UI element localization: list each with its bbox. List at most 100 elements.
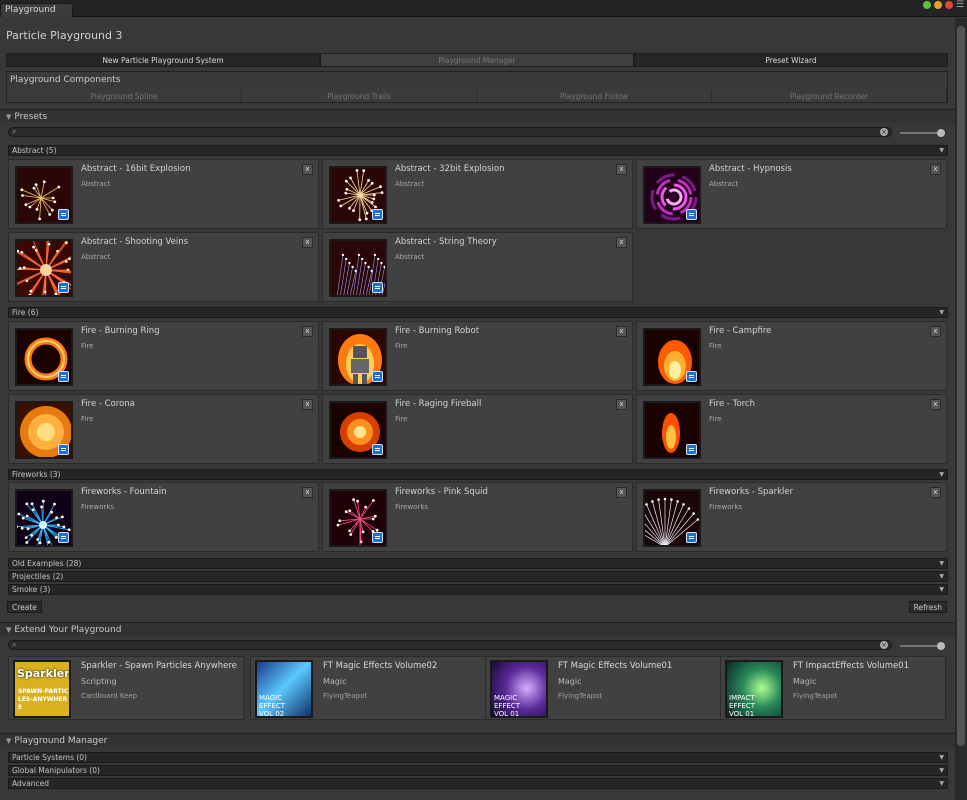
preset-card[interactable]: Fire - Raging Fireball Fire x	[322, 394, 633, 464]
presets-search-input[interactable]: ⌕ ×	[8, 127, 892, 137]
preset-thumbnail	[15, 166, 73, 224]
tab-playground[interactable]: Playground	[0, 3, 73, 17]
preset-title: Abstract - Shooting Veins	[81, 237, 189, 247]
preset-card[interactable]: Fireworks - Pink Squid Fireworks x	[322, 482, 633, 552]
clear-search-icon[interactable]: ×	[880, 128, 888, 136]
playground-spline-button[interactable]: Playground Spline	[7, 90, 242, 102]
remove-preset-button[interactable]: x	[616, 399, 627, 410]
playground-trails-button[interactable]: Playground Trails	[242, 90, 477, 102]
remove-preset-button[interactable]: x	[616, 326, 627, 337]
category-projectiles[interactable]: Projectiles (2) ▼	[8, 571, 948, 582]
preset-card[interactable]: Abstract - 32bit Explosion Abstract x	[322, 159, 633, 229]
preset-thumbnail	[15, 489, 73, 547]
manager-global-manipulators[interactable]: Global Manipulators (0) ▼	[8, 765, 948, 776]
close-dot-icon[interactable]	[944, 1, 953, 9]
playground-badge-icon	[58, 209, 69, 220]
refresh-button[interactable]: Refresh	[908, 601, 947, 613]
playground-recorder-button[interactable]: Playground Recorder	[712, 90, 947, 102]
slider-knob[interactable]	[937, 129, 945, 137]
components-button-row: Playground Spline Playground Trails Play…	[7, 90, 947, 102]
playground-badge-icon	[372, 282, 383, 293]
preset-card[interactable]: Abstract - Shooting Veins Abstract x	[8, 232, 319, 302]
preset-thumbnail	[15, 328, 73, 386]
maximize-dot-icon[interactable]	[933, 1, 942, 9]
dropdown-caret-icon: ▼	[939, 560, 944, 567]
category-abstract[interactable]: Abstract (5) ▼	[8, 145, 948, 156]
preset-card[interactable]: Fire - Burning Ring Fire x	[8, 321, 319, 391]
vertical-scrollbar[interactable]	[955, 18, 967, 800]
remove-preset-button[interactable]: x	[930, 326, 941, 337]
remove-preset-button[interactable]: x	[930, 164, 941, 175]
menu-icon[interactable]: ☰	[956, 1, 964, 10]
remove-preset-button[interactable]: x	[616, 164, 627, 175]
preset-card[interactable]: Abstract - 16bit Explosion Abstract x	[8, 159, 319, 229]
remove-preset-button[interactable]: x	[302, 164, 313, 175]
preset-title: Abstract - Hypnosis	[709, 164, 792, 174]
new-system-button[interactable]: New Particle Playground System	[6, 53, 320, 67]
category-fireworks[interactable]: Fireworks (3) ▼	[8, 469, 948, 480]
slider-knob[interactable]	[937, 642, 945, 650]
preset-card[interactable]: Fire - Campfire Fire x	[636, 321, 947, 391]
playground-badge-icon	[686, 444, 697, 455]
remove-preset-button[interactable]: x	[302, 237, 313, 248]
playground-badge-icon	[58, 532, 69, 543]
category-label: Fireworks (3)	[12, 470, 61, 479]
playground-badge-icon	[372, 209, 383, 220]
category-smoke[interactable]: Smoke (3) ▼	[8, 584, 948, 595]
dropdown-caret-icon: ▼	[939, 573, 944, 580]
extend-size-slider[interactable]	[900, 642, 945, 650]
category-label: Smoke (3)	[12, 585, 51, 594]
preset-category: Fireworks	[709, 503, 743, 511]
extension-card[interactable]: MAGIC EFFECT VOL 02 FT Magic Effects Vol…	[250, 656, 486, 720]
create-button[interactable]: Create	[7, 601, 42, 613]
extension-card[interactable]: MAGIC EFFECT VOL 01 FT Magic Effects Vol…	[485, 656, 721, 720]
preset-card[interactable]: Fireworks - Fountain Fireworks x	[8, 482, 319, 552]
remove-preset-button[interactable]: x	[302, 326, 313, 337]
extension-thumbnail: Sparkler SPAWN-PARTICLES-ANYWHERE	[13, 660, 71, 718]
preset-title: Fireworks - Pink Squid	[395, 487, 488, 497]
preset-title: Abstract - String Theory	[395, 237, 497, 247]
remove-preset-button[interactable]: x	[930, 399, 941, 410]
preset-card[interactable]: Fire - Torch Fire x	[636, 394, 947, 464]
preset-category: Fire	[81, 342, 94, 350]
remove-preset-button[interactable]: x	[616, 487, 627, 498]
dropdown-caret-icon: ▼	[939, 780, 944, 787]
category-fire[interactable]: Fire (6) ▼	[8, 307, 948, 318]
clear-search-icon[interactable]: ×	[880, 641, 888, 649]
minimize-dot-icon[interactable]	[922, 1, 931, 9]
preset-card[interactable]: Fireworks - Sparkler Fireworks x	[636, 482, 947, 552]
preset-wizard-button[interactable]: Preset Wizard	[634, 53, 948, 67]
preset-title: Fire - Corona	[81, 399, 135, 409]
preset-card[interactable]: Fire - Burning Robot Fire x	[322, 321, 633, 391]
remove-preset-button[interactable]: x	[302, 399, 313, 410]
playground-follow-button[interactable]: Playground Follow	[477, 90, 712, 102]
preset-card[interactable]: Abstract - Hypnosis Abstract x	[636, 159, 947, 229]
scroll-thumb[interactable]	[957, 26, 965, 746]
preset-category: Fire	[395, 342, 408, 350]
preset-card[interactable]: Fire - Corona Fire x	[8, 394, 319, 464]
playground-manager-button[interactable]: Playground Manager	[320, 53, 634, 67]
manager-particle-systems[interactable]: Particle Systems (0) ▼	[8, 752, 948, 763]
extension-title: Sparkler - Spawn Particles Anywhere	[81, 661, 237, 671]
extend-header[interactable]: ▼ Extend Your Playground	[0, 622, 955, 636]
manager-row-label: Particle Systems (0)	[12, 753, 87, 762]
extension-card[interactable]: Sparkler SPAWN-PARTICLES-ANYWHERE Sparkl…	[8, 656, 244, 720]
playground-badge-icon	[58, 282, 69, 293]
remove-preset-button[interactable]: x	[616, 237, 627, 248]
extend-search-input[interactable]: ⌕ ×	[8, 640, 892, 650]
remove-preset-button[interactable]: x	[302, 487, 313, 498]
presets-header[interactable]: ▼ Presets	[0, 109, 955, 123]
manager-header[interactable]: ▼ Playground Manager	[0, 733, 955, 747]
preset-category: Fireworks	[395, 503, 429, 511]
extension-title: FT Magic Effects Volume02	[323, 661, 438, 671]
extension-card[interactable]: IMPACT EFFECT VOL 01 FT ImpactEffects Vo…	[720, 656, 946, 720]
preset-category: Abstract	[709, 180, 739, 188]
presets-size-slider[interactable]	[900, 129, 945, 137]
preset-card[interactable]: Abstract - String Theory Abstract x	[322, 232, 633, 302]
remove-preset-button[interactable]: x	[930, 487, 941, 498]
preset-thumbnail	[15, 401, 73, 459]
category-old-examples[interactable]: Old Examples (28) ▼	[8, 558, 948, 569]
thumb-logo-text: MAGIC EFFECT VOL 01	[494, 694, 521, 718]
manager-advanced[interactable]: Advanced ▼	[8, 778, 948, 789]
dropdown-caret-icon: ▼	[939, 309, 944, 316]
